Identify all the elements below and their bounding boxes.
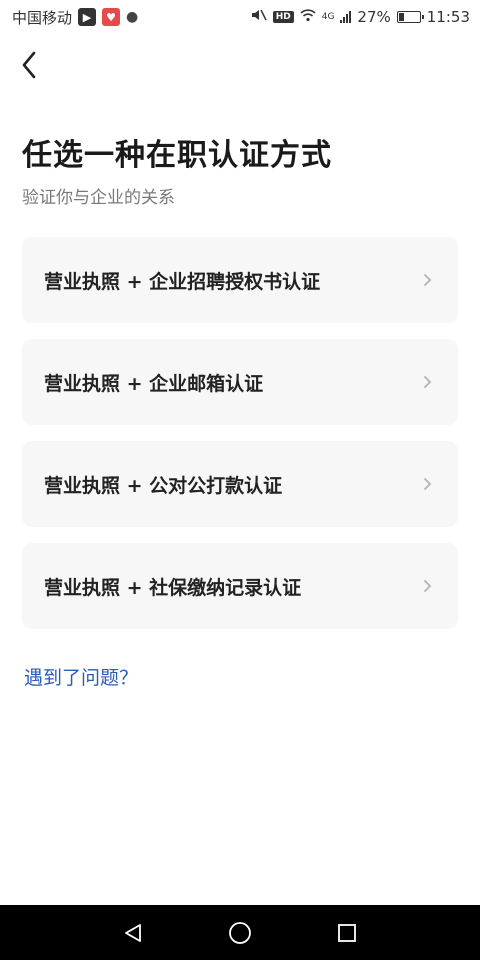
page-title: 任选一种在职认证方式: [22, 138, 332, 173]
network-type: 4G: [321, 12, 335, 22]
status-bar: 中国移动 ▶ ♥ ● HD 4G 27% 11:53: [0, 0, 480, 34]
chevron-right-icon: [423, 472, 432, 496]
back-button[interactable]: [14, 48, 44, 82]
chevron-right-icon: [423, 370, 432, 394]
square-recent-icon: [337, 923, 356, 942]
page-subtitle: 验证你与企业的关系: [22, 188, 175, 208]
verification-options: 营业执照 + 企业招聘授权书认证 营业执照 + 企业邮箱认证 营业执照 + 公对…: [22, 237, 458, 645]
chat-icon: ●: [126, 9, 139, 25]
battery-percent: 27%: [357, 8, 391, 26]
option-label: 营业执照 + 社保缴纳记录认证: [44, 576, 302, 599]
clock: 11:53: [426, 8, 470, 26]
option-enterprise-email[interactable]: 营业执照 + 企业邮箱认证: [22, 339, 458, 425]
option-label: 营业执照 + 公对公打款认证: [44, 474, 283, 497]
option-label: 营业执照 + 企业招聘授权书认证: [44, 270, 321, 293]
wifi-icon: [300, 8, 316, 26]
app-notification-icon: ♥: [102, 8, 121, 26]
nav-back-button[interactable]: [113, 913, 153, 953]
nav-recent-button[interactable]: [327, 913, 367, 953]
mute-icon: [251, 8, 267, 26]
option-social-security[interactable]: 营业执照 + 社保缴纳记录认证: [22, 543, 458, 629]
help-link[interactable]: 遇到了问题？: [24, 663, 138, 690]
system-nav-bar: [0, 905, 480, 960]
status-right: HD 4G 27% 11:53: [251, 8, 470, 26]
circle-home-icon: [229, 921, 251, 944]
nav-home-button[interactable]: [220, 913, 260, 953]
triangle-back-icon: [125, 923, 142, 942]
app-notification-icon: ▶: [78, 8, 97, 26]
battery-icon: [396, 11, 424, 23]
option-corporate-transfer[interactable]: 营业执照 + 公对公打款认证: [22, 441, 458, 527]
carrier-name: 中国移动: [12, 8, 73, 27]
chevron-left-icon: [22, 51, 36, 79]
status-left: 中国移动 ▶ ♥ ●: [12, 7, 138, 28]
option-label: 营业执照 + 企业邮箱认证: [44, 372, 264, 395]
battery-fill: [398, 13, 404, 21]
chevron-right-icon: [423, 574, 432, 598]
chevron-right-icon: [423, 268, 432, 292]
signal-icon: [340, 11, 352, 23]
hd-icon: HD: [272, 11, 294, 23]
option-recruitment-authorization[interactable]: 营业执照 + 企业招聘授权书认证: [22, 237, 458, 323]
